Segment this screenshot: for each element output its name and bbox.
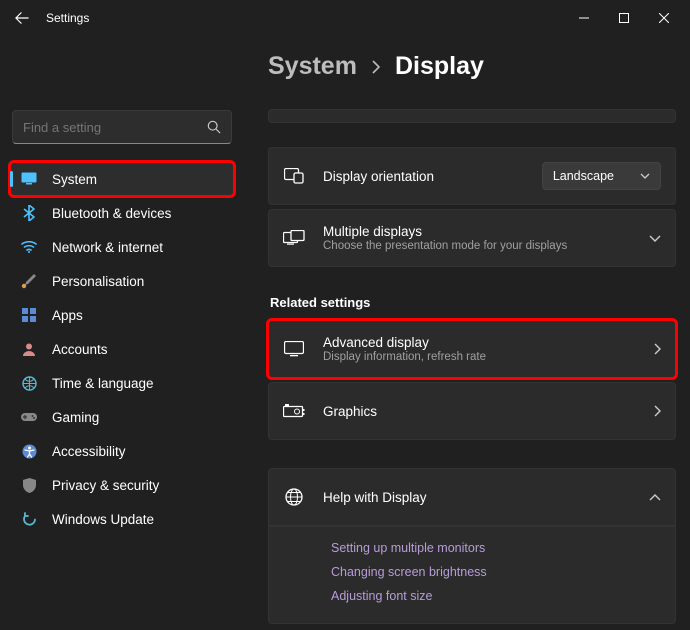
- card-graphics[interactable]: Graphics: [268, 382, 676, 440]
- sidebar-item-update[interactable]: Windows Update: [10, 502, 234, 536]
- sidebar-item-system[interactable]: System: [10, 162, 234, 196]
- card-title: Advanced display: [323, 335, 654, 350]
- card-multiple-displays[interactable]: Multiple displays Choose the presentatio…: [268, 209, 676, 267]
- sidebar-item-label: Time & language: [52, 376, 154, 391]
- minimize-button[interactable]: [564, 2, 604, 34]
- sidebar-item-apps[interactable]: Apps: [10, 298, 234, 332]
- sidebar-item-label: Gaming: [52, 410, 99, 425]
- card-help-with-display[interactable]: Help with Display: [268, 468, 676, 526]
- breadcrumb: System Display: [268, 52, 676, 81]
- orientation-icon: [283, 168, 305, 184]
- card-title: Help with Display: [323, 490, 649, 505]
- shield-icon: [20, 476, 38, 494]
- globe-clock-icon: [20, 374, 38, 392]
- wifi-icon: [20, 238, 38, 256]
- chevron-down-icon: [640, 173, 650, 179]
- chevron-right-icon: [654, 405, 661, 417]
- card-subtitle: Display information, refresh rate: [323, 351, 654, 363]
- update-icon: [20, 510, 38, 528]
- graphics-icon: [283, 404, 305, 418]
- chevron-down-icon: [649, 235, 661, 242]
- help-link[interactable]: Changing screen brightness: [331, 565, 661, 579]
- card-title: Display orientation: [323, 169, 542, 184]
- orientation-dropdown[interactable]: Landscape: [542, 162, 661, 190]
- monitor-icon: [283, 341, 305, 357]
- sidebar-item-label: Network & internet: [52, 240, 163, 255]
- chevron-up-icon: [649, 494, 661, 501]
- globe-icon: [283, 488, 305, 506]
- breadcrumb-current: Display: [395, 52, 484, 81]
- arrow-left-icon: [15, 11, 29, 25]
- sidebar-item-label: Accessibility: [52, 444, 126, 459]
- sidebar-item-label: Apps: [52, 308, 83, 323]
- help-link[interactable]: Adjusting font size: [331, 589, 661, 603]
- system-icon: [20, 170, 38, 188]
- card-subtitle: Choose the presentation mode for your di…: [323, 240, 649, 252]
- card-title: Multiple displays: [323, 224, 649, 239]
- sidebar-item-bluetooth[interactable]: Bluetooth & devices: [10, 196, 234, 230]
- help-link[interactable]: Setting up multiple monitors: [331, 541, 661, 555]
- search-field[interactable]: [23, 120, 207, 135]
- accessibility-icon: [20, 442, 38, 460]
- card-title: Graphics: [323, 404, 654, 419]
- sidebar-item-label: Accounts: [52, 342, 108, 357]
- apps-icon: [20, 306, 38, 324]
- sidebar-item-time[interactable]: Time & language: [10, 366, 234, 400]
- window-title: Settings: [46, 11, 89, 25]
- help-links-panel: Setting up multiple monitors Changing sc…: [268, 526, 676, 624]
- section-related: Related settings: [270, 295, 676, 310]
- sidebar-item-label: Bluetooth & devices: [52, 206, 171, 221]
- sidebar-item-label: System: [52, 172, 97, 187]
- close-button[interactable]: [644, 2, 684, 34]
- main-content: System Display Display orientation Lands…: [244, 36, 690, 630]
- brush-icon: [20, 272, 38, 290]
- search-input[interactable]: [12, 110, 232, 144]
- minimize-icon: [579, 13, 589, 23]
- chevron-right-icon: [371, 60, 381, 74]
- maximize-button[interactable]: [604, 2, 644, 34]
- sidebar-item-personalisation[interactable]: Personalisation: [10, 264, 234, 298]
- sidebar: System Bluetooth & devices Network & int…: [0, 36, 244, 630]
- sidebar-item-network[interactable]: Network & internet: [10, 230, 234, 264]
- person-icon: [20, 340, 38, 358]
- card-stub-top: [268, 109, 676, 123]
- sidebar-item-accounts[interactable]: Accounts: [10, 332, 234, 366]
- bluetooth-icon: [20, 204, 38, 222]
- maximize-icon: [619, 13, 629, 23]
- titlebar: Settings: [0, 0, 690, 36]
- multiple-displays-icon: [283, 230, 305, 246]
- sidebar-item-accessibility[interactable]: Accessibility: [10, 434, 234, 468]
- sidebar-item-gaming[interactable]: Gaming: [10, 400, 234, 434]
- dropdown-value: Landscape: [553, 169, 614, 183]
- sidebar-item-label: Personalisation: [52, 274, 144, 289]
- breadcrumb-parent[interactable]: System: [268, 52, 357, 81]
- back-button[interactable]: [6, 2, 38, 34]
- card-advanced-display[interactable]: Advanced display Display information, re…: [268, 320, 676, 378]
- close-icon: [659, 13, 669, 23]
- sidebar-item-privacy[interactable]: Privacy & security: [10, 468, 234, 502]
- chevron-right-icon: [654, 343, 661, 355]
- gaming-icon: [20, 408, 38, 426]
- sidebar-item-label: Privacy & security: [52, 478, 159, 493]
- search-icon: [207, 120, 221, 134]
- sidebar-item-label: Windows Update: [52, 512, 154, 527]
- nav-list: System Bluetooth & devices Network & int…: [10, 162, 234, 536]
- card-display-orientation[interactable]: Display orientation Landscape: [268, 147, 676, 205]
